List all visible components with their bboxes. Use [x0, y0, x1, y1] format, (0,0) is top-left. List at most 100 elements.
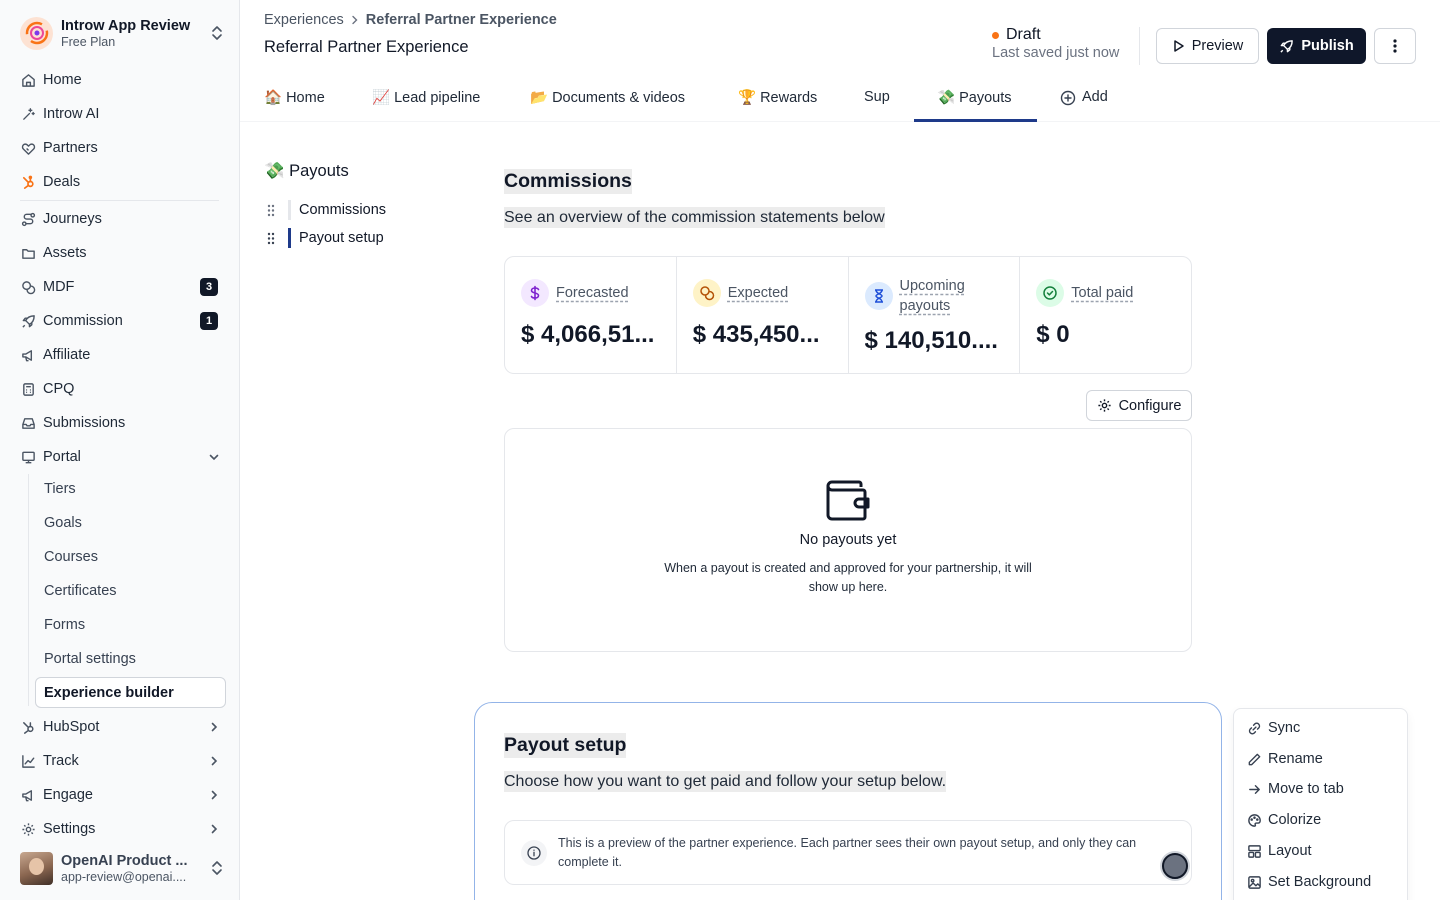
configure-button[interactable]: Configure [1086, 390, 1192, 421]
draft-dot-icon [992, 31, 999, 39]
breadcrumb: Experiences Referral Partner Experience [264, 12, 557, 28]
commission-count-badge: 1 [200, 312, 218, 330]
rocket-icon [20, 313, 36, 329]
arrow-right-icon [1246, 782, 1262, 797]
breadcrumb-experiences[interactable]: Experiences [264, 12, 344, 28]
sidebar-item-hubspot[interactable]: HubSpot [20, 714, 224, 740]
section-nav-commissions[interactable]: Commissions [264, 199, 386, 221]
chevron-up-down-icon [210, 25, 224, 41]
empty-state-title: No payouts yet [799, 532, 897, 548]
sidebar-subitem-forms[interactable]: Forms [44, 613, 85, 637]
folder-icon [20, 245, 36, 261]
sidebar-subitem-experience-builder[interactable]: Experience builder [35, 677, 226, 708]
kebab-menu-icon [1393, 38, 1397, 54]
sidebar-item-portal[interactable]: Portal [20, 444, 224, 470]
sidebar-item-track[interactable]: Track [20, 748, 224, 774]
tab-sup[interactable]: Sup [864, 84, 904, 122]
sidebar-subitem-courses[interactable]: Courses [44, 545, 98, 569]
sidebar-item-home[interactable]: Home [20, 67, 224, 93]
workspace-switcher[interactable]: Introw App Review Free Plan [20, 14, 224, 52]
page-title: Referral Partner Experience [264, 38, 469, 56]
check-circle-icon [1036, 279, 1065, 307]
sidebar-item-journeys[interactable]: Journeys [20, 206, 224, 232]
drag-handle-icon[interactable] [264, 232, 278, 245]
coins-icon [692, 279, 721, 307]
menu-item-rename[interactable]: Rename [1246, 748, 1323, 770]
last-saved-text: Last saved just now [992, 45, 1120, 61]
menu-item-layout[interactable]: Layout [1246, 840, 1312, 862]
chevron-right-icon [350, 14, 360, 26]
user-email: app-review@openai.... [61, 869, 187, 884]
sidebar-divider [20, 200, 219, 201]
stat-value: $ 0 [1036, 321, 1070, 348]
preview-info-notice: This is a preview of the partner experie… [504, 820, 1192, 885]
chevron-right-icon [208, 721, 220, 733]
workspace-logo-icon [20, 16, 53, 50]
sidebar-item-cpq[interactable]: CPQ [20, 376, 224, 402]
stat-card-total-paid: Total paid $ 0 [1020, 257, 1191, 373]
sidebar-item-engage[interactable]: Engage [20, 782, 224, 808]
gear-icon [20, 821, 36, 837]
commission-stats: Forecasted $ 4,066,51... Expected $ 435,… [504, 256, 1192, 374]
menu-item-sync[interactable]: Sync [1246, 717, 1300, 739]
sidebar-subitem-certificates[interactable]: Certificates [44, 579, 117, 603]
megaphone-icon [20, 347, 36, 363]
rocket-icon [1279, 39, 1294, 54]
tab-rewards[interactable]: 🏆 Rewards [738, 84, 838, 122]
sidebar-subitem-portal-settings[interactable]: Portal settings [44, 647, 136, 671]
empty-state-description: When a payout is created and approved fo… [664, 561, 1032, 594]
sidebar-item-introw-ai[interactable]: Introw AI [20, 101, 224, 127]
payout-setup-heading[interactable]: Payout setup [504, 733, 627, 758]
workspace-plan: Free Plan [61, 34, 116, 49]
plus-circle-icon [1060, 90, 1076, 106]
info-icon [521, 839, 547, 866]
stat-value: $ 435,450... [692, 321, 820, 348]
monitor-icon [20, 449, 36, 465]
tab-add[interactable]: Add [1060, 84, 1130, 122]
preview-button[interactable]: Preview [1156, 28, 1259, 64]
image-icon [1246, 875, 1262, 890]
stat-value: $ 4,066,51... [521, 321, 655, 348]
commissions-subheading[interactable]: See an overview of the commission statem… [504, 207, 885, 228]
sidebar-item-settings[interactable]: Settings [20, 816, 224, 842]
tab-documents-videos[interactable]: 📂 Documents & videos [530, 84, 720, 122]
sidebar-item-deals[interactable]: Deals [20, 169, 224, 195]
tab-home[interactable]: 🏠 Home [264, 84, 354, 122]
layout-icon [1246, 844, 1262, 859]
section-nav-payout-setup[interactable]: Payout setup [264, 227, 384, 249]
link-icon [1246, 721, 1262, 736]
tab-payouts[interactable]: 💸 Payouts [914, 84, 1037, 122]
workspace-name: Introw App Review [61, 17, 191, 34]
chevron-right-icon [208, 823, 220, 835]
sidebar-subitem-goals[interactable]: Goals [44, 511, 82, 535]
sidebar-item-affiliate[interactable]: Affiliate [20, 342, 224, 368]
wallet-icon [825, 479, 871, 523]
chevron-right-icon [208, 789, 220, 801]
sidebar-item-partners[interactable]: Partners [20, 135, 224, 161]
megaphone-icon [20, 787, 36, 803]
dollar-icon [521, 279, 549, 307]
menu-item-set-background[interactable]: Set Background [1246, 871, 1371, 893]
sparkle-icon [20, 106, 36, 122]
publish-button[interactable]: Publish [1267, 28, 1366, 64]
user-name: OpenAI Product ... [61, 852, 188, 869]
sidebar-item-assets[interactable]: Assets [20, 240, 224, 266]
tab-lead-pipeline[interactable]: 📈 Lead pipeline [372, 84, 512, 122]
sidebar-item-submissions[interactable]: Submissions [20, 410, 224, 436]
sidebar-item-mdf[interactable]: MDF 3 [20, 274, 224, 300]
user-menu[interactable]: OpenAI Product ... app-review@openai.... [20, 850, 224, 886]
menu-item-move-to-tab[interactable]: Move to tab [1246, 778, 1344, 800]
more-options-button[interactable] [1374, 28, 1416, 64]
drag-handle-icon[interactable] [264, 204, 278, 217]
sidebar-subitem-tiers[interactable]: Tiers [44, 477, 76, 501]
commissions-heading[interactable]: Commissions [504, 169, 632, 194]
menu-item-colorize[interactable]: Colorize [1246, 809, 1321, 831]
header-divider [1139, 27, 1140, 65]
sidebar-item-commission[interactable]: Commission 1 [20, 308, 224, 334]
section-nav-title: 💸 Payouts [264, 162, 349, 180]
hubspot-icon [20, 174, 36, 190]
portal-submenu-rule [28, 474, 29, 706]
inbox-icon [20, 415, 36, 431]
stat-card-expected: Expected $ 435,450... [677, 257, 849, 373]
payout-setup-subheading[interactable]: Choose how you want to get paid and foll… [504, 771, 947, 792]
